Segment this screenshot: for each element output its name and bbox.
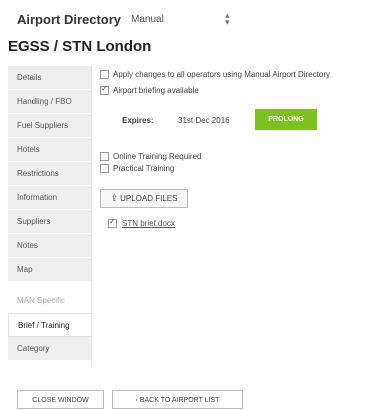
sidebar-section-label: MAN Specific — [8, 289, 91, 313]
directory-select[interactable]: Manual ▴ ▾ — [131, 10, 231, 28]
apply-all-checkbox[interactable] — [100, 70, 109, 79]
sidebar-item-information[interactable]: Information — [8, 186, 91, 210]
briefing-checkbox[interactable] — [100, 84, 109, 95]
practical-training-checkbox[interactable] — [100, 164, 109, 173]
sidebar-item-map[interactable]: Map — [8, 258, 91, 282]
sidebar-item-suppliers[interactable]: Suppliers — [8, 210, 91, 234]
expires-value: 31st Dec 2016 — [178, 116, 230, 125]
directory-select-value: Manual — [131, 13, 164, 25]
briefing-label: Airport briefing available — [113, 86, 199, 95]
back-to-airport-list-button[interactable]: ‹ BACK TO AIRPORT LIST — [112, 390, 243, 409]
file-row — [108, 217, 121, 228]
practical-training-label: Practical Training — [113, 164, 175, 173]
sidebar: Details Handling / FBO Fuel Suppliers Ho… — [8, 66, 91, 361]
sidebar-item-fuel-suppliers[interactable]: Fuel Suppliers — [8, 114, 91, 138]
app-title: Airport Directory — [17, 11, 122, 27]
upload-files-label: UPLOAD FILES — [120, 194, 178, 203]
sidebar-item-handling-fbo[interactable]: Handling / FBO — [8, 90, 91, 114]
sidebar-item-restrictions[interactable]: Restrictions — [8, 162, 91, 186]
file-link[interactable]: STN brief.docx — [122, 219, 175, 228]
file-checkbox[interactable] — [108, 217, 117, 228]
content-panel — [91, 66, 382, 366]
upload-icon: ⇪ — [110, 193, 119, 203]
online-training-option[interactable]: Online Training Required — [100, 152, 202, 161]
sidebar-item-category[interactable]: Category — [8, 337, 91, 361]
sidebar-item-brief-training[interactable]: Brief / Training — [8, 313, 91, 337]
up-down-chevron-icon: ▴ ▾ — [225, 10, 230, 27]
briefing-option[interactable]: Airport briefing available — [100, 84, 199, 95]
sidebar-item-hotels[interactable]: Hotels — [8, 138, 91, 162]
sidebar-item-details[interactable]: Details — [8, 66, 91, 90]
sidebar-item-notes[interactable]: Notes — [8, 234, 91, 258]
practical-training-option[interactable]: Practical Training — [100, 164, 174, 173]
expires-label: Expires: — [122, 116, 154, 125]
page-title: EGSS / STN London — [8, 38, 152, 55]
header-bar: Airport Directory — [17, 10, 121, 28]
apply-all-option[interactable]: Apply changes to all operators using Man… — [100, 70, 330, 79]
apply-all-label: Apply changes to all operators using Man… — [113, 70, 330, 79]
close-window-button[interactable]: CLOSE WINDOW — [17, 390, 104, 409]
prolong-button[interactable]: PROLONG — [255, 109, 317, 130]
upload-files-button[interactable]: ⇪ UPLOAD FILES — [100, 189, 188, 208]
online-training-checkbox[interactable] — [100, 152, 109, 161]
online-training-label: Online Training Required — [113, 152, 202, 161]
